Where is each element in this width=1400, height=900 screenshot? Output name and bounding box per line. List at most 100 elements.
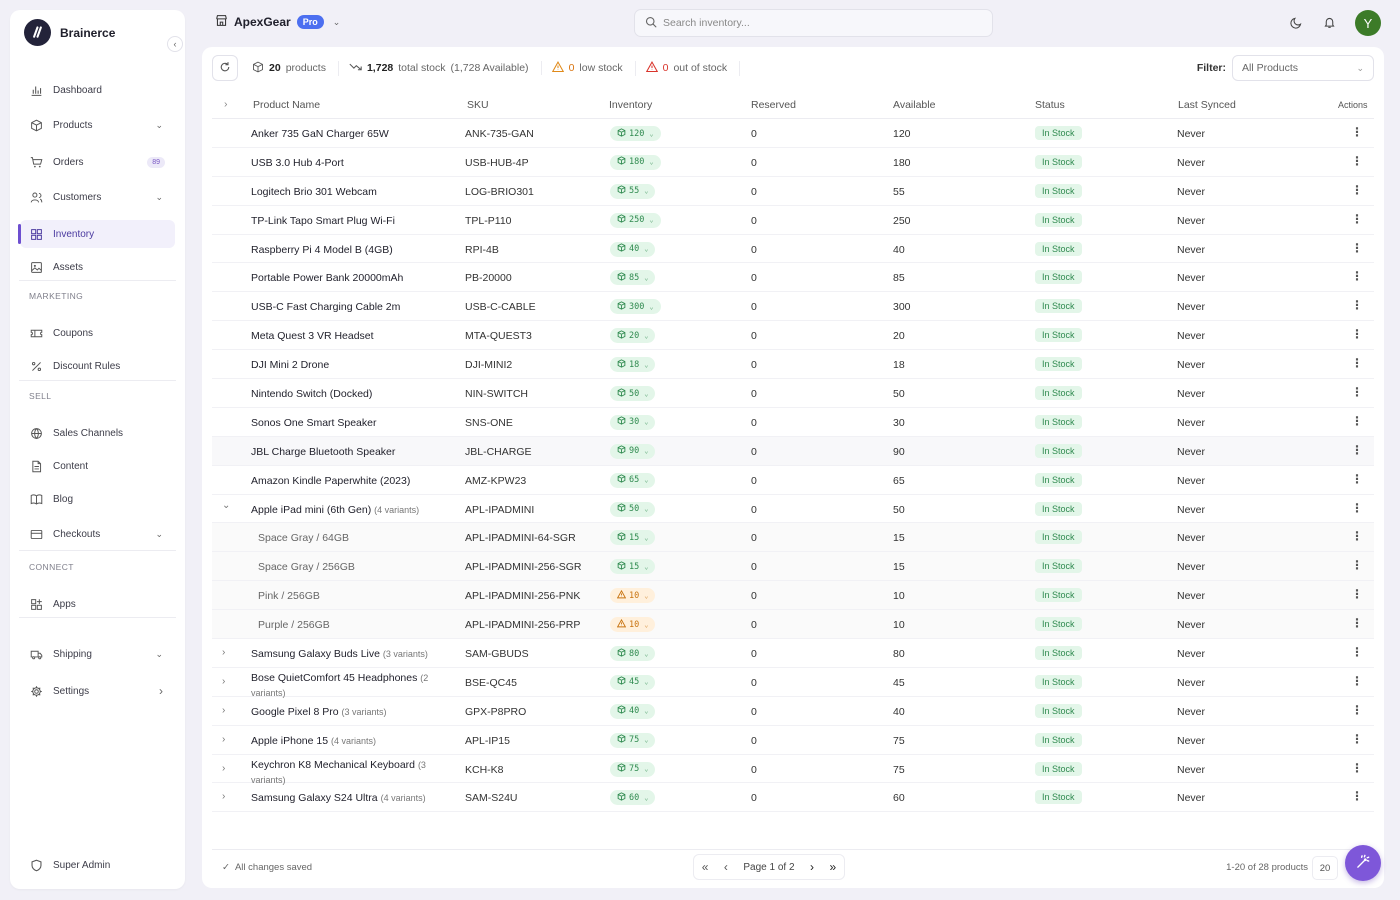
search-input[interactable]: Search inventory...	[634, 9, 993, 37]
inventory-stepper[interactable]: 50 ⌄	[610, 386, 656, 402]
inventory-stepper[interactable]: 40 ⌄	[610, 241, 656, 257]
sidebar-item-settings[interactable]: Settings ›	[20, 677, 175, 705]
column-header-available[interactable]: Available	[893, 99, 935, 111]
filter-select[interactable]: All Products ⌄	[1232, 55, 1374, 81]
last-page-icon[interactable]: »	[830, 860, 837, 874]
column-header-inventory[interactable]: Inventory	[609, 99, 652, 111]
table-row[interactable]: Logitech Brio 301 Webcam LOG-BRIO301 55 ⌄ 0 5…	[212, 177, 1374, 206]
table-row[interactable]: Amazon Kindle Paperwhite (2023) AMZ-KPW23…	[212, 466, 1374, 495]
chevron-right-icon[interactable]: ›	[159, 684, 163, 698]
table-row[interactable]: Raspberry Pi 4 Model B (4GB) RPI-4B 40 ⌄ 0 40…	[212, 235, 1374, 264]
more-actions-icon[interactable]: ⋮	[1351, 357, 1363, 369]
more-actions-icon[interactable]: ⋮	[1351, 559, 1363, 571]
more-actions-icon[interactable]: ⋮	[1351, 502, 1363, 514]
variant-row[interactable]: Pink / 256GB APL-IPADMINI-256-PNK 10 ⌄ 0 10 In…	[212, 581, 1374, 611]
super-admin-item[interactable]: Super Admin	[20, 851, 175, 879]
inventory-stepper[interactable]: 45 ⌄	[610, 674, 656, 690]
sidebar-item-customers[interactable]: Customers ⌄	[20, 183, 175, 211]
sidebar-item-checkouts[interactable]: Checkouts ⌄	[20, 520, 175, 548]
more-actions-icon[interactable]: ⋮	[1351, 415, 1363, 427]
chevron-right-icon[interactable]: ›	[222, 763, 232, 774]
sidebar-item-orders[interactable]: Orders 89	[20, 148, 175, 176]
more-actions-icon[interactable]: ⋮	[1351, 704, 1363, 716]
more-actions-icon[interactable]: ⋮	[1351, 328, 1363, 340]
inventory-stepper[interactable]: 80 ⌄	[610, 646, 656, 662]
chevron-right-icon[interactable]: ›	[222, 734, 232, 745]
chevron-right-icon[interactable]: ›	[222, 676, 232, 687]
variant-row[interactable]: Space Gray / 64GB APL-IPADMINI-64-SGR 15 ⌄ 0…	[212, 523, 1374, 553]
more-actions-icon[interactable]: ⋮	[1351, 386, 1363, 398]
inventory-stepper[interactable]: 180 ⌄	[610, 154, 661, 170]
inventory-stepper[interactable]: 85 ⌄	[610, 270, 656, 286]
table-row[interactable]: Sonos One Smart Speaker SNS-ONE 30 ⌄ 0 30 In S…	[212, 408, 1374, 437]
table-row[interactable]: JBL Charge Bluetooth Speaker JBL-CHARGE 90…	[212, 436, 1374, 466]
more-actions-icon[interactable]: ⋮	[1351, 155, 1363, 167]
sidebar-item-apps[interactable]: Apps	[20, 590, 175, 618]
more-actions-icon[interactable]: ⋮	[1351, 126, 1363, 138]
moon-icon[interactable]	[1288, 14, 1304, 30]
sidebar-item-content[interactable]: Content	[20, 452, 175, 480]
column-header-sku[interactable]: SKU	[467, 99, 489, 111]
per-page-select[interactable]: 20	[1312, 856, 1338, 880]
table-row[interactable]: Meta Quest 3 VR Headset MTA-QUEST3 20 ⌄ 0 20 I…	[212, 321, 1374, 351]
sidebar-item-sales-channels[interactable]: Sales Channels	[20, 419, 175, 447]
sidebar-item-dashboard[interactable]: Dashboard	[20, 76, 175, 104]
inventory-stepper[interactable]: 60 ⌄	[610, 790, 656, 806]
table-row[interactable]: TP-Link Tapo Smart Plug Wi-Fi TPL-P110 250…	[212, 206, 1374, 235]
table-row[interactable]: › Google Pixel 8 Pro (3 variants) GPX-P8PR…	[212, 697, 1374, 726]
more-actions-icon[interactable]: ⋮	[1351, 299, 1363, 311]
chevron-right-icon[interactable]: ›	[222, 647, 232, 658]
more-actions-icon[interactable]: ⋮	[1351, 588, 1363, 600]
inventory-stepper[interactable]: 65 ⌄	[610, 472, 656, 488]
table-row[interactable]: › Samsung Galaxy Buds Live (3 variants) SA…	[212, 639, 1374, 668]
table-row[interactable]: › Apple iPhone 15 (4 variants) APL-IP15 75 ⌄…	[212, 726, 1374, 755]
inventory-stepper[interactable]: 50 ⌄	[610, 501, 656, 517]
brand[interactable]: Brainerce	[24, 19, 115, 46]
table-row[interactable]: USB-C Fast Charging Cable 2m USB-C-CABLE 3…	[212, 292, 1374, 322]
user-avatar[interactable]: Y	[1355, 10, 1381, 36]
table-row[interactable]: DJI Mini 2 Drone DJI-MINI2 18 ⌄ 0 18 In Stock N…	[212, 350, 1374, 380]
chevron-down-icon[interactable]: ⌄	[155, 529, 163, 540]
more-actions-icon[interactable]: ⋮	[1351, 675, 1363, 687]
sidebar-item-products[interactable]: Products ⌄	[20, 111, 175, 139]
prev-page-icon[interactable]: ‹	[724, 860, 728, 874]
chevron-down-icon[interactable]: ⌄	[155, 649, 163, 660]
more-actions-icon[interactable]: ⋮	[1351, 530, 1363, 542]
sidebar-item-shipping[interactable]: Shipping ⌄	[20, 640, 175, 668]
more-actions-icon[interactable]: ⋮	[1351, 184, 1363, 196]
table-row[interactable]: Nintendo Switch (Docked) NIN-SWITCH 50 ⌄ 0 50…	[212, 379, 1374, 408]
inventory-stepper[interactable]: 120 ⌄	[610, 126, 661, 141]
variant-row[interactable]: Space Gray / 256GB APL-IPADMINI-256-SGR 15…	[212, 552, 1374, 582]
more-actions-icon[interactable]: ⋮	[1351, 270, 1363, 282]
inventory-stepper[interactable]: 90 ⌄	[610, 443, 656, 459]
sidebar-collapse-button[interactable]: ‹	[167, 36, 183, 52]
variant-row[interactable]: Purple / 256GB APL-IPADMINI-256-PRP 10 ⌄ 0 10…	[212, 610, 1374, 640]
more-actions-icon[interactable]: ⋮	[1351, 762, 1363, 774]
column-header-name[interactable]: Product Name	[253, 99, 320, 111]
store-switcher[interactable]: ApexGear Pro ⌄	[215, 14, 340, 30]
inventory-stepper[interactable]: 75 ⌄	[610, 732, 656, 748]
magic-wand-button[interactable]	[1345, 845, 1381, 881]
more-actions-icon[interactable]: ⋮	[1351, 473, 1363, 485]
table-row[interactable]: › Bose QuietComfort 45 Headphones (2 vari…	[212, 668, 1374, 698]
column-header-status[interactable]: Status	[1035, 99, 1065, 111]
inventory-stepper[interactable]: 15 ⌄	[610, 530, 656, 546]
sidebar-item-coupons[interactable]: Coupons	[20, 319, 175, 347]
sidebar-item-inventory[interactable]: Inventory	[18, 220, 175, 248]
sidebar-item-discount-rules[interactable]: Discount Rules	[20, 352, 175, 380]
sidebar-item-assets[interactable]: Assets	[20, 253, 175, 281]
inventory-stepper[interactable]: 20 ⌄	[610, 328, 656, 344]
table-row[interactable]: › Keychron K8 Mechanical Keyboard (3 vari…	[212, 755, 1374, 785]
column-header-last-synced[interactable]: Last Synced	[1178, 99, 1236, 111]
first-page-icon[interactable]: «	[702, 860, 709, 874]
chevron-right-icon[interactable]: ›	[222, 705, 232, 716]
table-row[interactable]: › Samsung Galaxy S24 Ultra (4 variants) SA…	[212, 783, 1374, 813]
next-page-icon[interactable]: ›	[810, 860, 814, 874]
more-actions-icon[interactable]: ⋮	[1351, 790, 1363, 802]
inventory-stepper[interactable]: 10 ⌄	[610, 588, 656, 604]
more-actions-icon[interactable]: ⋮	[1351, 444, 1363, 456]
inventory-stepper[interactable]: 18 ⌄	[610, 357, 656, 373]
table-row[interactable]: Anker 735 GaN Charger 65W ANK-735-GAN 120 ⌄…	[212, 119, 1374, 148]
more-actions-icon[interactable]: ⋮	[1351, 733, 1363, 745]
refresh-button[interactable]	[212, 55, 238, 81]
